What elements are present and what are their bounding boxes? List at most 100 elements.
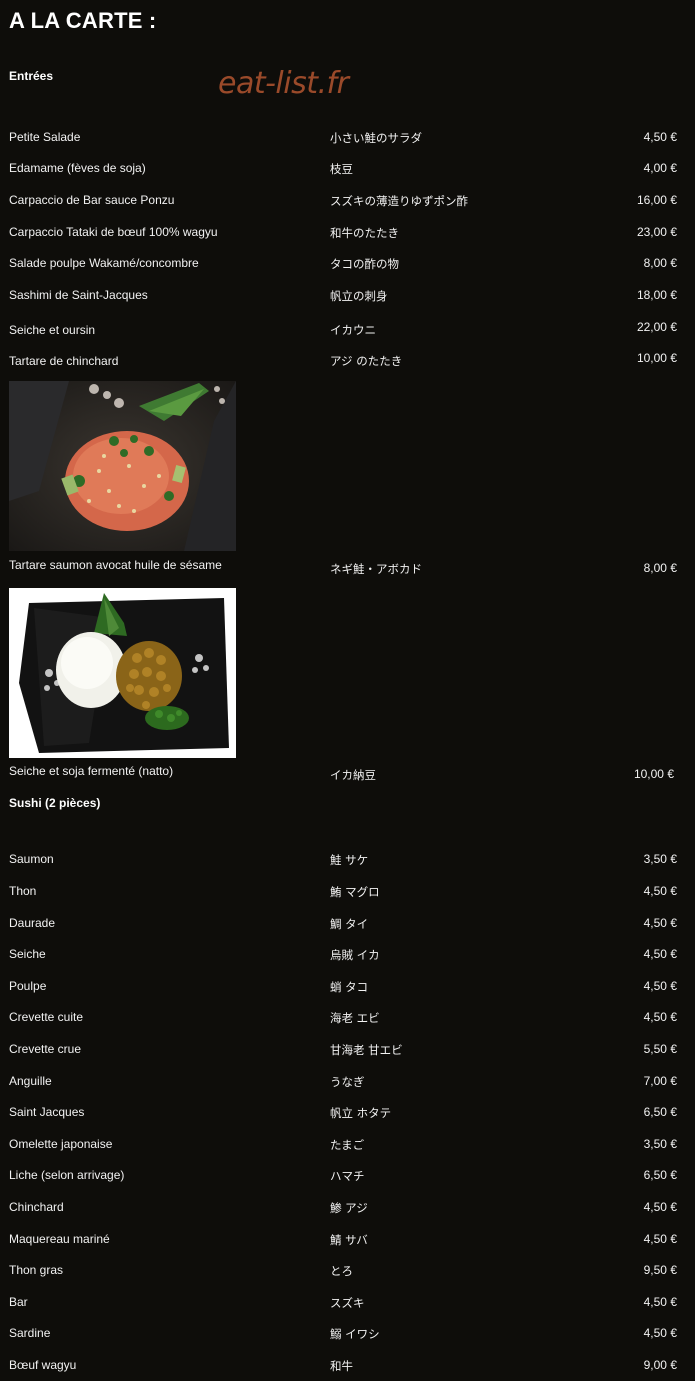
menu-item-row: Tartare de chinchard アジ のたたき 10,00 € bbox=[0, 351, 695, 369]
section-heading-sushi: Sushi (2 pièces) bbox=[9, 796, 101, 810]
dish-name-jp: 鯛 タイ bbox=[330, 917, 369, 931]
dish-price: 4,50 € bbox=[643, 1010, 677, 1024]
dish-name-fr: Carpaccio Tataki de bœuf 100% wagyu bbox=[9, 225, 218, 239]
dish-name-fr: Crevette cuite bbox=[9, 1010, 84, 1024]
dish-name-jp: スズキ bbox=[330, 1296, 365, 1310]
dish-name-jp: うなぎ bbox=[330, 1075, 365, 1089]
menu-item-row: Salade poulpe Wakamé/concombre タコの酢の物 8,… bbox=[0, 256, 695, 274]
dish-price: 7,00 € bbox=[643, 1074, 677, 1088]
dish-price: 4,50 € bbox=[643, 947, 677, 961]
dish-name-jp: たまご bbox=[330, 1138, 365, 1152]
dish-name-jp: 帆立の刺身 bbox=[330, 289, 388, 303]
dish-name-jp: 小さい鮭のサラダ bbox=[330, 131, 422, 145]
menu-item-row: Tartare saumon avocat huile de sésame ネギ… bbox=[0, 558, 695, 576]
menu-item-row: Carpaccio Tataki de bœuf 100% wagyu 和牛のた… bbox=[0, 225, 695, 243]
dish-price: 8,00 € bbox=[643, 256, 677, 270]
dish-name-fr: Maquereau mariné bbox=[9, 1232, 110, 1246]
dish-price: 4,50 € bbox=[643, 1295, 677, 1309]
dish-name-jp: イカウニ bbox=[330, 323, 376, 337]
dish-price: 3,50 € bbox=[643, 1137, 677, 1151]
menu-item-row: Seiche et oursin イカウニ 22,00 € bbox=[0, 320, 695, 338]
dish-name-fr: Poulpe bbox=[9, 979, 47, 993]
dish-name-fr: Sashimi de Saint-Jacques bbox=[9, 288, 148, 302]
dish-name-jp: 鮪 マグロ bbox=[330, 885, 380, 899]
dish-name-jp: 鮭 サケ bbox=[330, 853, 369, 867]
menu-item-row: Daurade 鯛 タイ 4,50 € bbox=[0, 916, 695, 934]
dish-price: 9,00 € bbox=[643, 1358, 677, 1372]
dish-name-jp: スズキの薄造りゆずポン酢 bbox=[330, 194, 468, 208]
dish-price: 6,50 € bbox=[643, 1105, 677, 1119]
dish-price: 4,50 € bbox=[643, 1326, 677, 1340]
dish-name-fr: Liche (selon arrivage) bbox=[9, 1168, 125, 1182]
dish-name-fr: Anguille bbox=[9, 1074, 52, 1088]
dish-name-jp: ハマチ bbox=[330, 1169, 365, 1183]
menu-item-row: Thon gras とろ 9,50 € bbox=[0, 1263, 695, 1281]
menu-item-row: Poulpe 蛸 タコ 4,50 € bbox=[0, 979, 695, 997]
menu-item-row: Bar スズキ 4,50 € bbox=[0, 1295, 695, 1313]
menu-item-row: Seiche et soja fermenté (natto) イカ納豆 10,… bbox=[0, 764, 695, 782]
menu-item-row: Thon 鮪 マグロ 4,50 € bbox=[0, 884, 695, 902]
dish-photo-salmon-tartare bbox=[9, 381, 236, 551]
menu-item-row: Liche (selon arrivage) ハマチ 6,50 € bbox=[0, 1168, 695, 1186]
menu-item-row: Petite Salade 小さい鮭のサラダ 4,50 € bbox=[0, 130, 695, 148]
menu-item-row: Crevette crue 甘海老 甘エビ 5,50 € bbox=[0, 1042, 695, 1060]
dish-name-fr: Crevette crue bbox=[9, 1042, 82, 1056]
dish-name-fr: Bar bbox=[9, 1295, 28, 1309]
dish-name-fr: Salade poulpe Wakamé/concombre bbox=[9, 256, 199, 270]
page-title: A LA CARTE : bbox=[9, 8, 157, 33]
dish-name-fr: Saint Jacques bbox=[9, 1105, 85, 1119]
dish-price: 10,00 € bbox=[636, 351, 677, 365]
dish-name-fr: Seiche bbox=[9, 947, 46, 961]
menu-item-row: Sardine 鰯 イワシ 4,50 € bbox=[0, 1326, 695, 1344]
dish-name-fr: Daurade bbox=[9, 916, 56, 930]
menu-item-row: Seiche 烏賊 イカ 4,50 € bbox=[0, 947, 695, 965]
dish-name-fr: Tartare de chinchard bbox=[9, 354, 119, 368]
dish-name-jp: 帆立 ホタテ bbox=[330, 1106, 392, 1120]
section-heading-entrees: Entrées bbox=[9, 69, 54, 83]
dish-name-jp: 烏賊 イカ bbox=[330, 948, 380, 962]
dish-name-fr: Tartare saumon avocat huile de sésame bbox=[9, 558, 222, 572]
dish-name-jp: 甘海老 甘エビ bbox=[330, 1043, 403, 1057]
dish-price: 5,50 € bbox=[643, 1042, 677, 1056]
dish-name-jp: 鯵 アジ bbox=[330, 1201, 368, 1215]
dish-price: 4,50 € bbox=[643, 1200, 677, 1214]
menu-item-row: Maquereau mariné 鯖 サバ 4,50 € bbox=[0, 1232, 695, 1250]
dish-price: 18,00 € bbox=[636, 288, 677, 302]
dish-price: 4,50 € bbox=[643, 1232, 677, 1246]
dish-price: 4,00 € bbox=[643, 161, 677, 175]
menu-item-row: Crevette cuite 海老 エビ 4,50 € bbox=[0, 1010, 695, 1028]
menu-item-row: Saint Jacques 帆立 ホタテ 6,50 € bbox=[0, 1105, 695, 1123]
dish-name-fr: Edamame (fèves de soja) bbox=[9, 161, 146, 175]
dish-name-fr: Seiche et oursin bbox=[9, 323, 96, 337]
dish-price: 10,00 € bbox=[633, 767, 674, 781]
menu-item-row: Chinchard 鯵 アジ 4,50 € bbox=[0, 1200, 695, 1218]
menu-item-row: Anguille うなぎ 7,00 € bbox=[0, 1074, 695, 1092]
dish-name-fr: Bœuf wagyu bbox=[9, 1358, 77, 1372]
menu-item-row: Edamame (fèves de soja) 枝豆 4,00 € bbox=[0, 161, 695, 179]
dish-name-jp: 枝豆 bbox=[330, 162, 353, 176]
dish-price: 4,50 € bbox=[643, 884, 677, 898]
dish-price: 23,00 € bbox=[636, 225, 677, 239]
dish-name-fr: Chinchard bbox=[9, 1200, 64, 1214]
menu-item-row: Sashimi de Saint-Jacques 帆立の刺身 18,00 € bbox=[0, 288, 695, 306]
watermark: eat-list.fr bbox=[218, 66, 349, 101]
dish-name-jp: アジ のたたき bbox=[330, 354, 403, 368]
dish-price: 8,00 € bbox=[643, 561, 677, 575]
dish-price: 3,50 € bbox=[643, 852, 677, 866]
dish-name-jp: 和牛 bbox=[330, 1359, 353, 1373]
menu-item-row: Omelette japonaise たまご 3,50 € bbox=[0, 1137, 695, 1155]
dish-price: 22,00 € bbox=[636, 320, 677, 334]
dish-name-fr: Thon bbox=[9, 884, 37, 898]
dish-name-fr: Sardine bbox=[9, 1326, 51, 1340]
dish-price: 4,50 € bbox=[643, 916, 677, 930]
dish-photo-seiche-natto bbox=[9, 588, 236, 758]
dish-price: 4,50 € bbox=[643, 130, 677, 144]
dish-price: 16,00 € bbox=[636, 193, 677, 207]
dish-name-fr: Carpaccio de Bar sauce Ponzu bbox=[9, 193, 175, 207]
dish-name-jp: とろ bbox=[330, 1264, 353, 1278]
menu-item-row: Carpaccio de Bar sauce Ponzu スズキの薄造りゆずポン… bbox=[0, 193, 695, 211]
dish-name-jp: 海老 エビ bbox=[330, 1011, 380, 1025]
dish-name-fr: Omelette japonaise bbox=[9, 1137, 113, 1151]
dish-name-jp: 和牛のたたき bbox=[330, 226, 399, 240]
dish-name-fr: Seiche et soja fermenté (natto) bbox=[9, 764, 174, 778]
